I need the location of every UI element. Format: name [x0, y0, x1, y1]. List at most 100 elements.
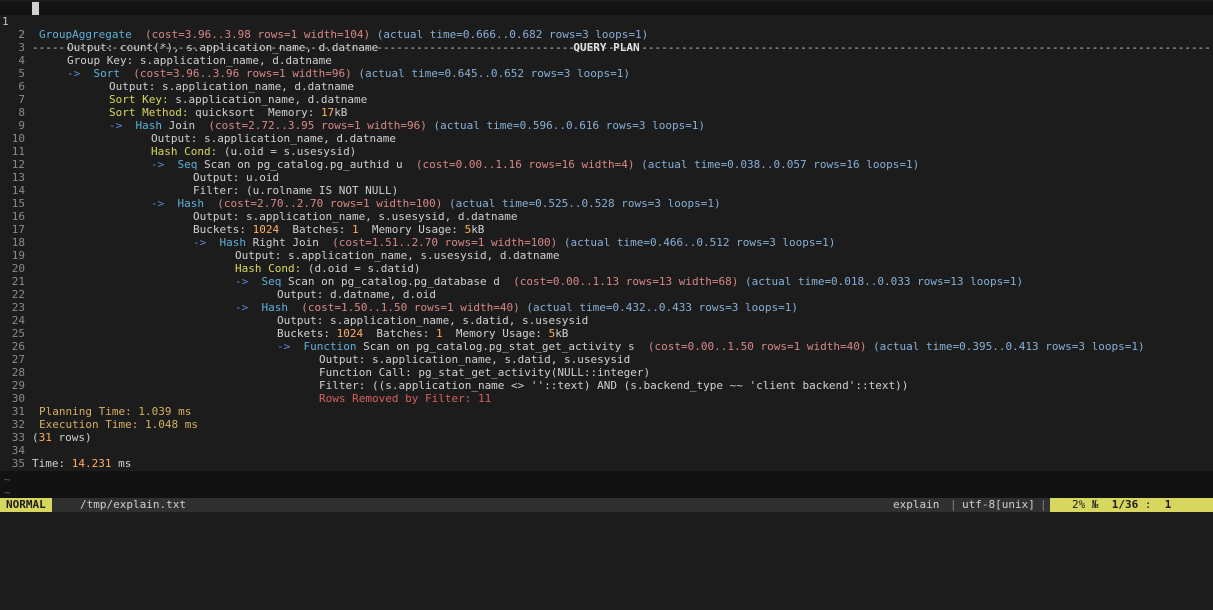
editor-line[interactable]: 6 Output: s.application_name, d.datname [0, 80, 1213, 93]
editor-line[interactable]: 29 Filter: ((s.application_name <> ''::te… [0, 379, 1213, 392]
line-number: 31 [11, 405, 25, 418]
plan-token-plain: Function Call: pg_stat_get_activity(NULL… [319, 366, 651, 379]
plan-token-plain: Right Join [246, 236, 333, 249]
editor-line[interactable]: 8 Sort Method: quicksort Memory: 17kB [0, 106, 1213, 119]
plan-text: Group Key: s.application_name, d.datname [67, 54, 332, 67]
plan-token-actual: (actual time=0.432..0.433 rows=3 loops=1… [526, 301, 798, 314]
plan-text: Function Call: pg_stat_get_activity(NULL… [319, 366, 650, 379]
editor-line[interactable]: 7 Sort Key: s.application_name, d.datname [0, 93, 1213, 106]
line-number: 34 [11, 444, 25, 457]
editor-line[interactable]: 1 QUERY PLAN [0, 2, 1213, 54]
line-position: 1/36 [1111, 498, 1139, 511]
editor-line[interactable]: 10 Output: s.application_name, d.datname [0, 132, 1213, 145]
editor-line[interactable]: 11 Hash Cond: (u.oid = s.usesysid) [0, 145, 1213, 158]
line-number: 33 [11, 431, 25, 444]
plan-token-node: GroupAggregate [39, 28, 132, 41]
plan-text: -> Sort (cost=3.96..3.96 rows=1 width=96… [67, 67, 630, 80]
editor-line[interactable]: 19 Output: s.application_name, s.usesysid… [0, 249, 1213, 262]
line-number: 2 [18, 28, 25, 41]
editor-line[interactable]: 30 Rows Removed by Filter: 11 [0, 392, 1213, 405]
plan-token-cost: (cost=0.00..1.13 rows=13 width=68) [513, 275, 739, 288]
editor-line[interactable]: 20 Hash Cond: (d.oid = s.datid) [0, 262, 1213, 275]
plan-text: Execution Time: 1.048 ms [39, 418, 198, 431]
editor-line[interactable]: 17 Buckets: 1024 Batches: 1 Memory Usage:… [0, 223, 1213, 236]
editor-line[interactable]: 12 -> Seq Scan on pg_catalog.pg_authid u … [0, 158, 1213, 171]
plan-token-plain: Output: d.datname, d.oid [277, 288, 436, 301]
status-bar: NORMAL /tmp/explain.txt explain | utf-8[… [0, 498, 1213, 512]
plan-token-plain: ms [111, 457, 132, 470]
editor-line[interactable]: 22 Output: d.datname, d.oid [0, 288, 1213, 301]
editor-line[interactable]: 4 Group Key: s.application_name, d.datnam… [0, 54, 1213, 67]
plan-token-num: 1024 [336, 327, 364, 340]
editor-line[interactable]: 32 Execution Time: 1.048 ms [0, 418, 1213, 431]
editor-line[interactable]: 15 -> Hash (cost=2.70..2.70 rows=1 width=… [0, 197, 1213, 210]
editor-line[interactable]: 26 -> Function Scan on pg_catalog.pg_stat… [0, 340, 1213, 353]
editor-line[interactable]: 28 Function Call: pg_stat_get_activity(NU… [0, 366, 1213, 379]
plan-token-cost: (cost=0.00..1.16 rows=16 width=4) [415, 158, 635, 171]
line-number: 24 [11, 314, 25, 327]
plan-token-arrow: -> [151, 197, 178, 210]
editor-line[interactable]: 24 Output: s.application_name, s.datid, s… [0, 314, 1213, 327]
line-number: 6 [18, 80, 25, 93]
plan-token-plain: Output: s.application_name, s.usesysid, … [235, 249, 560, 262]
plan-token-node: Hash [219, 236, 247, 249]
plan-token-cost: (cost=2.70..2.70 rows=1 width=100) [217, 197, 443, 210]
plan-token-plain [132, 28, 145, 41]
file-name[interactable]: /tmp/explain.txt [80, 498, 186, 512]
editor-line[interactable]: 21 -> Seq Scan on pg_catalog.pg_database … [0, 275, 1213, 288]
line-number: 19 [11, 249, 25, 262]
line-number: 16 [11, 210, 25, 223]
editor-line[interactable]: 35 Time: 14.231 ms [0, 457, 1213, 470]
editor-line[interactable]: 18 -> Hash Right Join (cost=1.51..2.70 ro… [0, 236, 1213, 249]
plan-text: Filter: ((s.application_name <> ''::text… [319, 379, 908, 392]
editor-line[interactable]: 16 Output: s.application_name, s.usesysid… [0, 210, 1213, 223]
plan-token-plain: quicksort Memory: [188, 106, 321, 119]
plan-token-plain: Filter: (u.rolname IS NOT NULL) [193, 184, 399, 197]
separator-line: ----------------------------------------… [32, 41, 1211, 54]
editor-line[interactable]: 25 Buckets: 1024 Batches: 1 Memory Usage:… [0, 327, 1213, 340]
plan-token-node: Seq [177, 158, 198, 171]
editor-buffer[interactable]: 1 QUERY PLAN 2 GroupAggregate (cost=3.96.… [0, 0, 1213, 471]
plan-token-plain: Batches: [363, 327, 436, 340]
plan-token-plain: s.application_name, d.datname [168, 93, 368, 106]
plan-token-node: Seq [261, 275, 282, 288]
plan-token-plain [557, 236, 564, 249]
plan-token-node: Function [303, 340, 357, 353]
editor-line[interactable]: 2 --------------------------------------… [0, 15, 1213, 54]
editor-line[interactable]: 2 GroupAggregate (cost=3.96..3.98 rows=1 … [0, 28, 1213, 41]
plan-token-num: 14.231 [71, 457, 112, 470]
line-symbol: № [1091, 498, 1099, 511]
line-number: 27 [11, 353, 25, 366]
editor-line[interactable]: 34 [0, 444, 1213, 457]
editor-line[interactable]: 14 Filter: (u.rolname IS NOT NULL) [0, 184, 1213, 197]
line-number: 23 [11, 301, 25, 314]
editor-line[interactable]: 31 Planning Time: 1.039 ms [0, 405, 1213, 418]
plan-token-key: Hash Cond: [235, 262, 302, 275]
plan-token-plain [427, 119, 434, 132]
editor-line[interactable]: 9 -> Hash Join (cost=2.72..3.95 rows=1 wi… [0, 119, 1213, 132]
plan-token-plain [370, 28, 377, 41]
plan-token-plain: rows) [51, 431, 92, 444]
line-number: 14 [11, 184, 25, 197]
plan-token-plain: Group Key: s.application_name, d.datname [67, 54, 332, 67]
plan-token-plain [120, 67, 133, 80]
editor-line[interactable]: 5 -> Sort (cost=3.96..3.96 rows=1 width=9… [0, 67, 1213, 80]
plan-token-plain: Output: s.application_name, s.datid, s.u… [319, 353, 631, 366]
plan-token-arrow: -> [277, 340, 304, 353]
line-number: 12 [11, 158, 25, 171]
editor-line[interactable]: 13 Output: u.oid [0, 171, 1213, 184]
plan-text: Output: s.application_name, s.datid, s.u… [277, 314, 588, 327]
status-separator: | [950, 498, 957, 511]
plan-token-cost: (cost=3.96..3.96 rows=1 width=96) [133, 67, 352, 80]
editor-line[interactable]: 27 Output: s.application_name, s.datid, s… [0, 353, 1213, 366]
plan-token-plain: Time: [32, 457, 72, 470]
plan-token-key: Sort Method: [109, 106, 189, 119]
scroll-percent: 2% [1072, 498, 1086, 511]
plan-text: -> Hash (cost=2.70..2.70 rows=1 width=10… [151, 197, 721, 210]
plan-token-plain: Join [162, 119, 209, 132]
editor-line[interactable]: 33 (31 rows) [0, 431, 1213, 444]
editor-line[interactable]: 23 -> Hash (cost=1.50..1.50 rows=1 width=… [0, 301, 1213, 314]
plan-token-plain: Filter: ((s.application_name <> ''::text… [319, 379, 909, 392]
plan-text: -> Seq Scan on pg_catalog.pg_database d … [235, 275, 1023, 288]
plan-text: Output: s.application_name, d.datname [151, 132, 396, 145]
